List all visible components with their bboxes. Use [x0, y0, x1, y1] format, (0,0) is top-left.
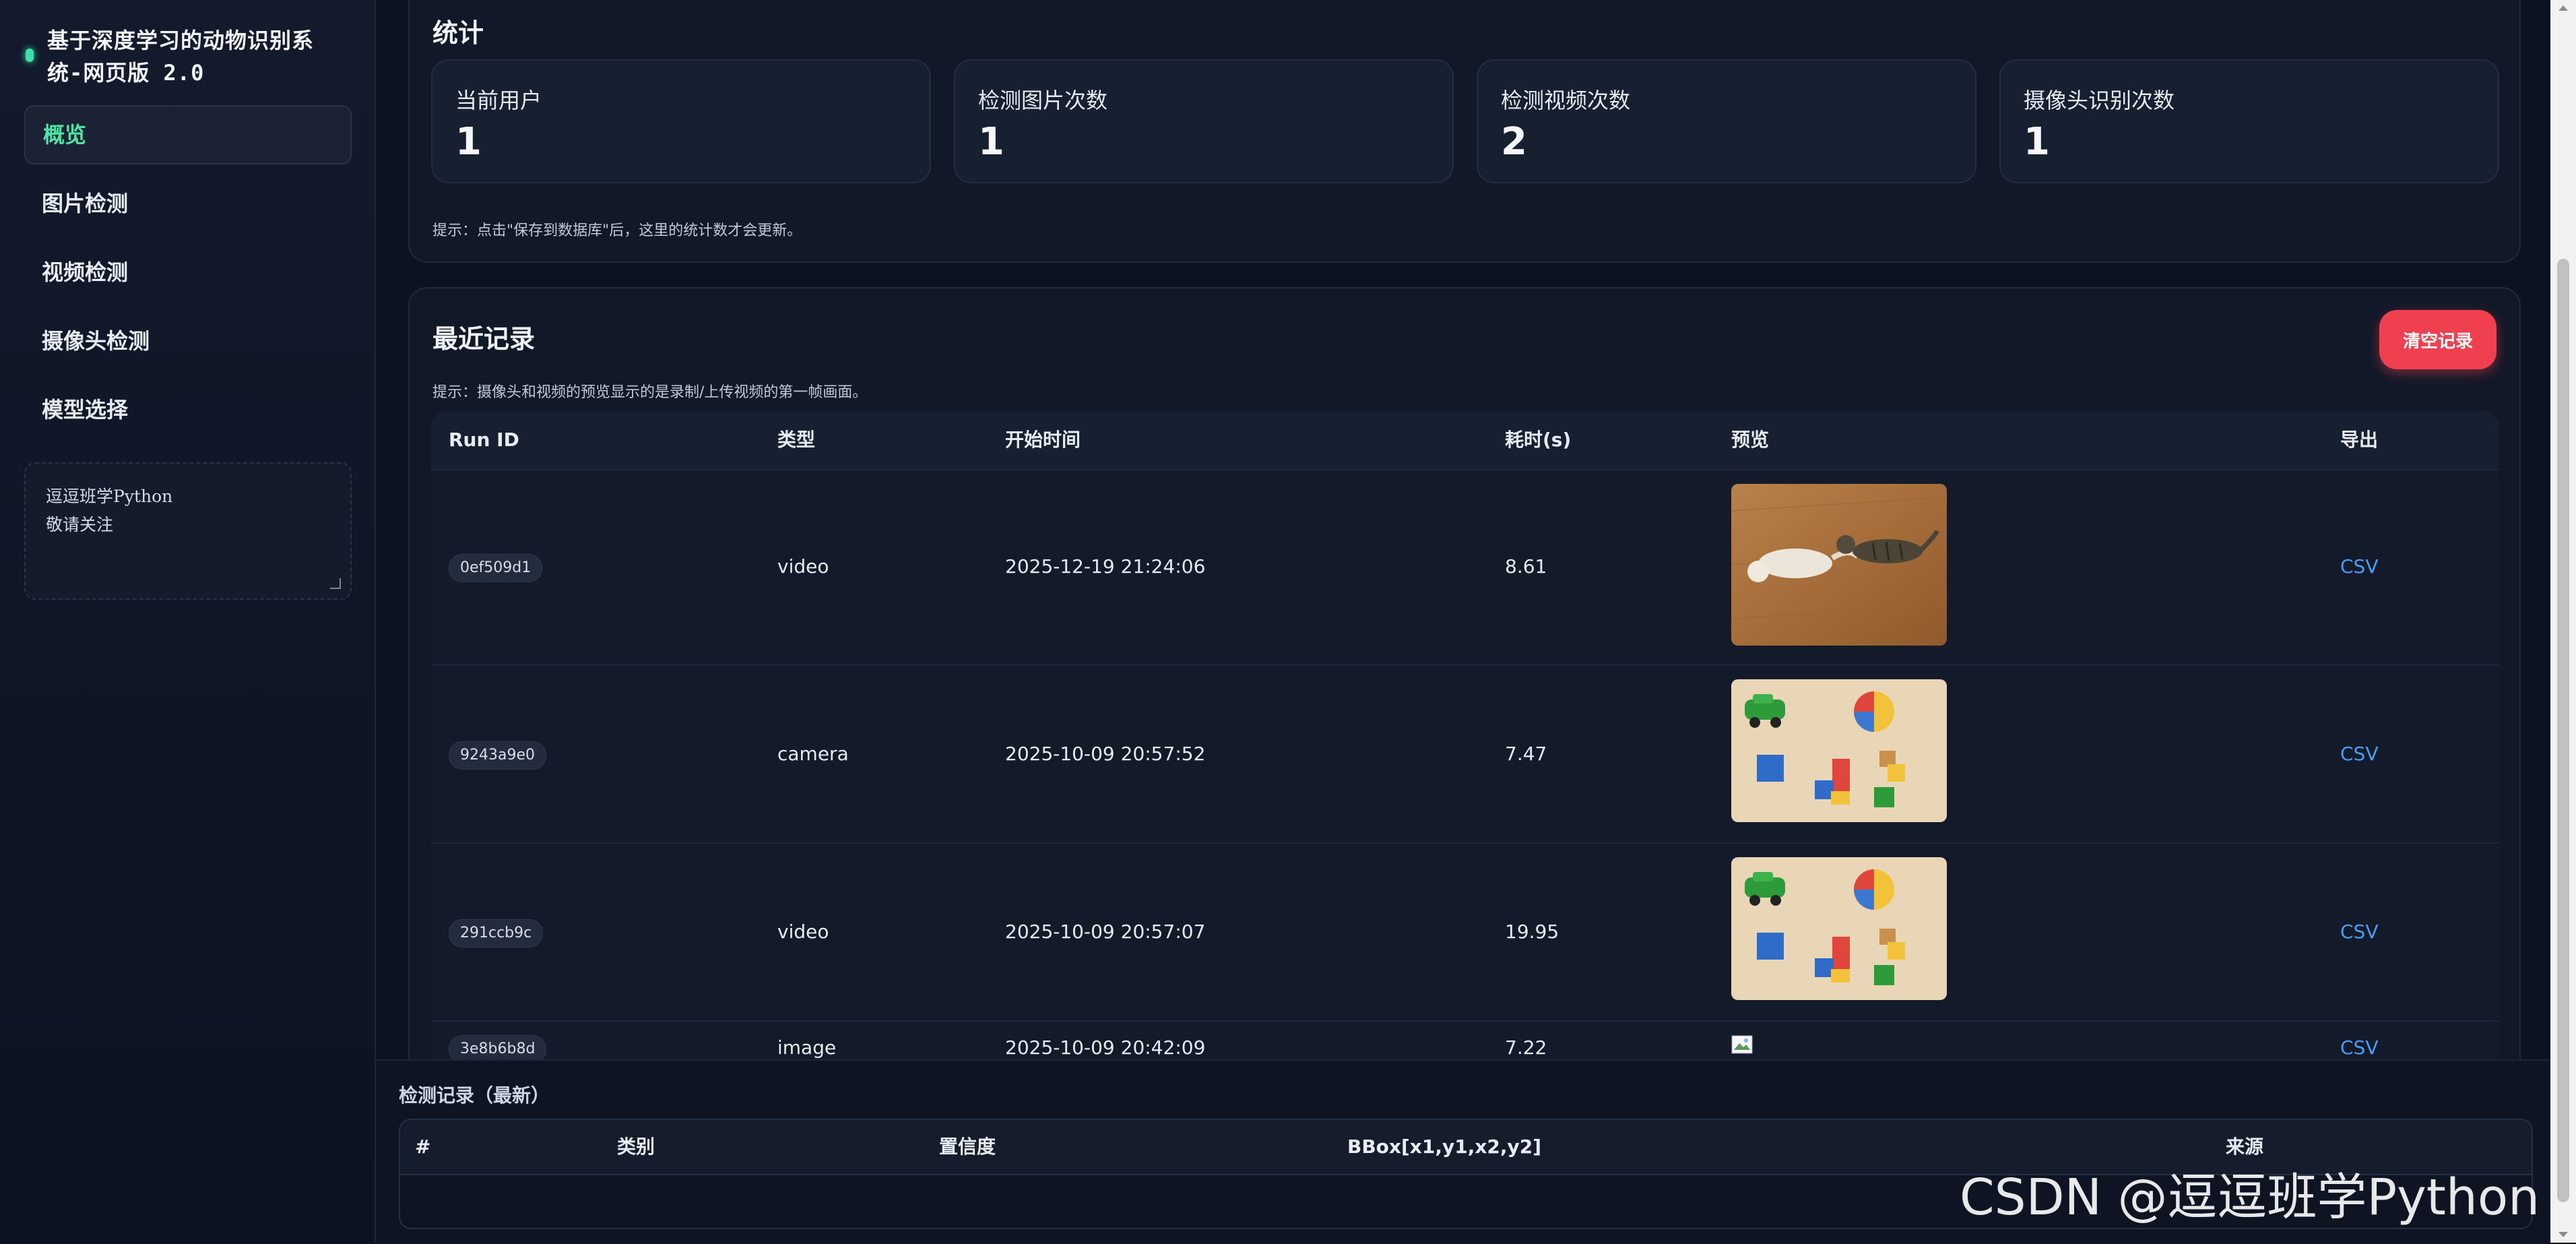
detections-title: 检测记录（最新）: [399, 1084, 550, 1107]
records-title: 最近记录: [432, 324, 536, 354]
stat-card-users: 当前用户 1: [431, 59, 931, 183]
stats-card: 统计 当前用户 1 检测图片次数 1 检测视频次数 2 摄像头识别次数 1 提示…: [408, 0, 2521, 263]
main-content: 统计 当前用户 1 检测图片次数 1 检测视频次数 2 摄像头识别次数 1 提示…: [376, 0, 2550, 1243]
note-line: 敬请关注: [46, 515, 114, 534]
col-class: 类别: [617, 1136, 655, 1158]
col-run-id: Run ID: [449, 429, 519, 451]
scrollbar-thumb[interactable]: [2557, 259, 2569, 1202]
cell-type: video: [777, 555, 829, 578]
app-title: 基于深度学习的动物识别系统-网页版 2.0: [47, 28, 315, 86]
nav-item-overview[interactable]: 概览: [24, 105, 352, 164]
stat-label: 当前用户: [455, 88, 542, 113]
table-row: 0ef509d1 video 2025-12-19 21:24:06 8.61: [431, 469, 2499, 664]
cell-type: image: [777, 1036, 837, 1059]
nav-item-image-detect[interactable]: 图片检测: [24, 174, 352, 233]
records-table: Run ID 类型 开始时间 耗时(s) 预览 导出 0ef509d1 vide…: [431, 411, 2499, 1081]
cell-start-time: 2025-10-09 20:57:52: [1005, 743, 1206, 765]
clear-records-button[interactable]: 清空记录: [2379, 310, 2497, 369]
nav-item-model-select[interactable]: 模型选择: [24, 380, 352, 439]
table-row: 291ccb9c video 2025-10-09 20:57:07 19.95: [431, 842, 2499, 1020]
cell-duration: 7.22: [1505, 1036, 1547, 1059]
stat-value: 1: [455, 120, 482, 164]
col-index: #: [415, 1136, 431, 1158]
cell-start-time: 2025-12-19 21:24:06: [1005, 555, 1206, 578]
col-bbox: BBox[x1,y1,x2,y2]: [1347, 1136, 1542, 1158]
status-dot-icon: [26, 49, 34, 62]
cell-duration: 8.61: [1505, 555, 1547, 578]
scroll-down-arrow-icon[interactable]: [2558, 1232, 2568, 1237]
nav-item-camera-detect[interactable]: 摄像头检测: [24, 311, 352, 371]
export-csv-link[interactable]: CSV: [2340, 743, 2378, 765]
nav-item-video-detect[interactable]: 视频检测: [24, 243, 352, 302]
note-line: 逗逗班学Python: [46, 487, 173, 506]
preview-image-cats[interactable]: [1731, 484, 1947, 646]
note-textarea[interactable]: 逗逗班学Python 敬请关注: [24, 462, 352, 600]
run-id-badge: 291ccb9c: [449, 919, 544, 947]
records-tip: 提示：摄像头和视频的预览显示的是录制/上传视频的第一帧画面。: [432, 384, 868, 401]
scroll-up-arrow-icon[interactable]: [2558, 5, 2568, 11]
cell-start-time: 2025-10-09 20:42:09: [1005, 1036, 1206, 1059]
broken-image-icon: [1731, 1035, 1753, 1054]
cell-start-time: 2025-10-09 20:57:07: [1005, 921, 1206, 943]
resize-handle-icon[interactable]: [330, 578, 341, 589]
stat-value: 2: [1501, 120, 1527, 164]
cell-type: video: [777, 921, 829, 943]
stat-card-camera-count: 摄像头识别次数 1: [1999, 59, 2499, 183]
cell-type: camera: [777, 743, 849, 765]
col-start-time: 开始时间: [1005, 429, 1081, 451]
records-card: 最近记录 清空记录 提示：摄像头和视频的预览显示的是录制/上传视频的第一帧画面。…: [408, 287, 2521, 1082]
col-type: 类型: [777, 429, 816, 451]
col-export: 导出: [2340, 429, 2379, 451]
cell-duration: 19.95: [1505, 921, 1559, 943]
stat-label: 检测视频次数: [1501, 88, 1631, 113]
stats-tip: 提示：点击"保存到数据库"后，这里的统计数才会更新。: [432, 222, 802, 239]
stat-card-image-count: 检测图片次数 1: [954, 59, 1454, 183]
run-id-badge: 0ef509d1: [449, 554, 543, 582]
col-duration: 耗时(s): [1505, 429, 1572, 451]
stat-label: 摄像头识别次数: [2024, 88, 2175, 113]
col-confidence: 置信度: [939, 1136, 996, 1158]
export-csv-link[interactable]: CSV: [2340, 1036, 2378, 1059]
stats-title: 统计: [432, 18, 484, 48]
col-preview: 预览: [1731, 429, 1770, 451]
sidebar-nav: 概览 图片检测 视频检测 摄像头检测 模型选择: [24, 105, 352, 449]
sidebar: 基于深度学习的动物识别系统-网页版 2.0 概览 图片检测 视频检测 摄像头检测…: [0, 0, 376, 1243]
export-csv-link[interactable]: CSV: [2340, 921, 2378, 943]
watermark: CSDN @逗逗班学Python: [1959, 1169, 2540, 1226]
preview-image-toys[interactable]: [1731, 857, 1947, 1000]
stat-value: 1: [2024, 120, 2050, 164]
stat-label: 检测图片次数: [978, 88, 1108, 113]
table-header: Run ID 类型 开始时间 耗时(s) 预览 导出: [431, 411, 2499, 469]
page-scrollbar[interactable]: [2550, 0, 2576, 1243]
stat-card-video-count: 检测视频次数 2: [1477, 59, 1976, 183]
cell-duration: 7.47: [1505, 743, 1547, 765]
preview-image-toys[interactable]: [1731, 679, 1947, 822]
run-id-badge: 9243a9e0: [449, 741, 546, 770]
app-brand: 基于深度学习的动物识别系统-网页版 2.0: [24, 24, 348, 89]
stat-value: 1: [978, 120, 1004, 164]
export-csv-link[interactable]: CSV: [2340, 555, 2378, 578]
table-row: 9243a9e0 camera 2025-10-09 20:57:52 7.47: [431, 664, 2499, 842]
